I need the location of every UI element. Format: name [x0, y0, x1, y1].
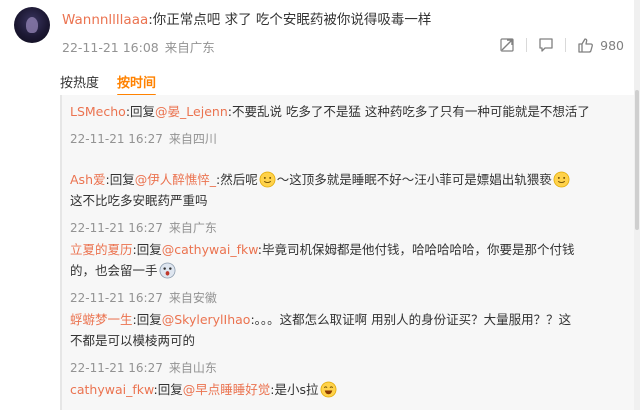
scrollbar-thumb[interactable] — [635, 90, 639, 230]
reply-target-user[interactable]: @早点睡睡好觉 — [183, 382, 271, 397]
reply-username[interactable]: 立夏的夏历 — [70, 242, 133, 257]
reply-content-part: ～这顶多就是睡眠不好～汪小菲可是嫖娼出轨猥亵 — [276, 172, 552, 187]
reply-target-user[interactable]: @SkylerylIhao — [162, 312, 251, 327]
reply-content-part: 的，也会留一手 — [70, 263, 158, 278]
reply-word: :回复 — [125, 104, 156, 119]
like-count: 980 — [600, 37, 624, 53]
reply-text: LSMecho:回复@晏_Lejenn:不要乱说 吃多了不是猛 这种药吃多了只有… — [70, 101, 630, 122]
reply-meta: 22-11-21 16:27 来自广东 — [70, 219, 630, 236]
reply-target-user[interactable]: @cathywai_fkw — [162, 242, 258, 257]
reply-item: 立夏的夏历:回复@cathywai_fkw:毕竟司机保姆都是他付钱，哈哈哈哈哈，… — [70, 239, 630, 306]
reply-date: 22-11-21 16:27 — [70, 291, 163, 305]
smile-emoji — [553, 171, 570, 188]
reply-date: 22-11-21 16:27 — [70, 221, 163, 235]
main-comment: Wannnllllaaa:你正常点吧 求了 吃个安眠药被你说得吸毒一样 22-1… — [0, 0, 640, 64]
smile-emoji — [259, 171, 276, 188]
reply-text: 立夏的夏历:回复@cathywai_fkw:毕竟司机保姆都是他付钱，哈哈哈哈哈，… — [70, 239, 630, 281]
reply-item: cathywai_fkw:回复@早点睡睡好觉:是小s拉 — [70, 379, 630, 400]
reply-meta: 22-11-21 16:27 来自山东 — [70, 359, 630, 376]
reply-meta: 22-11-21 16:27 来自四川 — [70, 130, 630, 147]
reply-text: 蜉蝣梦一生:回复@SkylerylIhao:。。。这都怎么取证啊 用别人的身份证… — [70, 309, 630, 351]
replies-panel: LSMecho:回复@晏_Lejenn:不要乱说 吃多了不是猛 这种药吃多了只有… — [60, 95, 640, 410]
sort-by-time-tab[interactable]: 按时间 — [117, 72, 157, 96]
reply-content: :不要乱说 吃多了不是猛 这种药吃多了只有一种可能就是不想活了 — [227, 104, 590, 119]
reply-location: 来自安徽 — [168, 291, 217, 305]
reply-content-part: 不都是可以模棱两可的 — [70, 333, 196, 348]
main-comment-username[interactable]: Wannnllllaaa — [62, 12, 148, 28]
reply-word: :回复 — [132, 242, 162, 257]
main-comment-date: 22-11-21 16:08 — [62, 40, 159, 55]
reply-username[interactable]: LSMecho — [70, 104, 126, 119]
shock-emoji — [159, 262, 175, 279]
reply-meta: 22-11-21 16:27 来自安徽 — [70, 289, 630, 306]
sort-by-hot-tab[interactable]: 按热度 — [60, 72, 99, 92]
share-icon[interactable] — [498, 36, 516, 54]
sort-bar: 按热度 按时间 — [60, 72, 157, 96]
reply-content-part: :。。。这都怎么取证啊 用别人的身份证买？大量服用？？这 — [250, 312, 572, 327]
avatar[interactable] — [14, 7, 50, 43]
comment-actions: 980 — [498, 35, 624, 55]
reply-text: cathywai_fkw:回复@早点睡睡好觉:是小s拉 — [70, 379, 630, 400]
reply-item: Ash爱:回复@伊人醉憔悴_:然后呢 ～这顶多就是睡眠不好～汪小菲可是嫖娼出轨猥亵… — [70, 169, 630, 236]
action-divider — [526, 38, 528, 52]
thumbs-up-icon[interactable] — [576, 36, 594, 54]
reply-word: :回复 — [132, 312, 162, 327]
reply-word: :回复 — [153, 382, 183, 397]
reply-content-part: :毕竟司机保姆都是他付钱，哈哈哈哈哈，你要是那个付钱 — [257, 242, 575, 257]
reply-location: 来自广东 — [168, 221, 217, 235]
reply-content-part: :然后呢 — [215, 172, 258, 187]
reply-item: 蜉蝣梦一生:回复@SkylerylIhao:。。。这都怎么取证啊 用别人的身份证… — [70, 309, 630, 376]
action-divider — [565, 38, 567, 52]
reply-content: :是小s拉 — [270, 382, 319, 397]
comment-icon[interactable] — [537, 36, 555, 54]
reply-username[interactable]: 蜉蝣梦一生 — [70, 312, 133, 327]
reply-date: 22-11-21 16:27 — [70, 361, 163, 375]
reply-location: 来自四川 — [168, 132, 217, 146]
reply-word: :回复 — [105, 172, 135, 187]
scrollbar[interactable] — [634, 0, 640, 410]
reply-text: Ash爱:回复@伊人醉憔悴_:然后呢 ～这顶多就是睡眠不好～汪小菲可是嫖娼出轨猥亵… — [70, 169, 630, 211]
reply-date: 22-11-21 16:27 — [70, 132, 163, 146]
main-comment-line: Wannnllllaaa:你正常点吧 求了 吃个安眠药被你说得吸毒一样 — [62, 8, 431, 28]
reply-username[interactable]: cathywai_fkw — [70, 382, 154, 397]
laugh-emoji — [320, 381, 336, 398]
reply-location: 来自山东 — [168, 361, 217, 375]
reply-username[interactable]: Ash爱 — [70, 172, 106, 187]
main-comment-location: 来自广东 — [164, 40, 215, 55]
main-comment-meta: 22-11-21 16:08 来自广东 — [62, 37, 215, 56]
reply-target-user[interactable]: @晏_Lejenn — [155, 104, 228, 119]
main-comment-text: :你正常点吧 求了 吃个安眠药被你说得吸毒一样 — [148, 12, 432, 28]
reply-item: LSMecho:回复@晏_Lejenn:不要乱说 吃多了不是猛 这种药吃多了只有… — [70, 101, 630, 147]
reply-target-user[interactable]: @伊人醉憔悴_ — [135, 172, 216, 187]
reply-content-part: 这不比吃多安眠药严重吗 — [70, 193, 208, 208]
